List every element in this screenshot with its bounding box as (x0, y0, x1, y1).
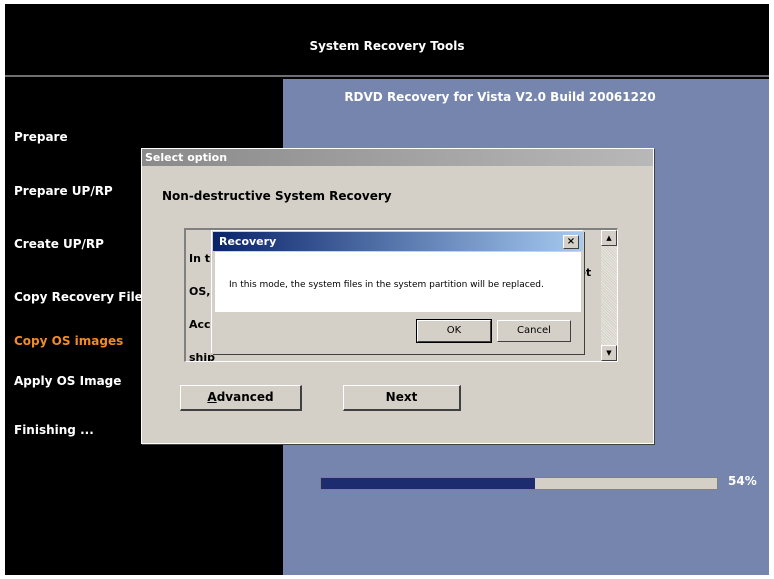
message-text: In this mode, the system files in the sy… (229, 280, 544, 290)
advanced-button[interactable]: Advanced (180, 385, 302, 411)
option-heading: Non-destructive System Recovery (162, 189, 392, 203)
progress-percent: 54% (728, 474, 757, 488)
scroll-down-icon[interactable]: ▼ (601, 345, 617, 361)
scroll-up-icon[interactable]: ▲ (601, 230, 617, 246)
recovery-message-box: Recovery × In this mode, the system file… (212, 231, 584, 354)
window-title: System Recovery Tools (309, 39, 465, 53)
message-body: In this mode, the system files in the sy… (215, 252, 581, 312)
step-finishing: Finishing ... (14, 423, 94, 437)
close-icon[interactable]: × (563, 235, 579, 249)
message-box-title: Recovery (213, 232, 583, 251)
build-info: RDVD Recovery for Vista V2.0 Build 20061… (344, 90, 656, 104)
step-copy-os-images: Copy OS images (14, 334, 124, 348)
cancel-button[interactable]: Cancel (497, 320, 571, 342)
step-prepare: Prepare (14, 130, 68, 144)
progress-fill (321, 478, 535, 489)
step-prepare-up-rp: Prepare UP/RP (14, 184, 113, 198)
progress-bar (320, 477, 718, 490)
step-copy-recovery-file: Copy Recovery File (14, 290, 143, 304)
vertical-scrollbar[interactable]: ▲ ▼ (601, 230, 617, 361)
dialog-title: Select option (142, 149, 653, 166)
step-create-up-rp: Create UP/RP (14, 237, 104, 251)
ok-button[interactable]: OK (416, 319, 492, 343)
step-apply-os-image: Apply OS Image (14, 374, 122, 388)
next-button[interactable]: Next (343, 385, 461, 411)
header-bar: System Recovery Tools (5, 4, 769, 77)
